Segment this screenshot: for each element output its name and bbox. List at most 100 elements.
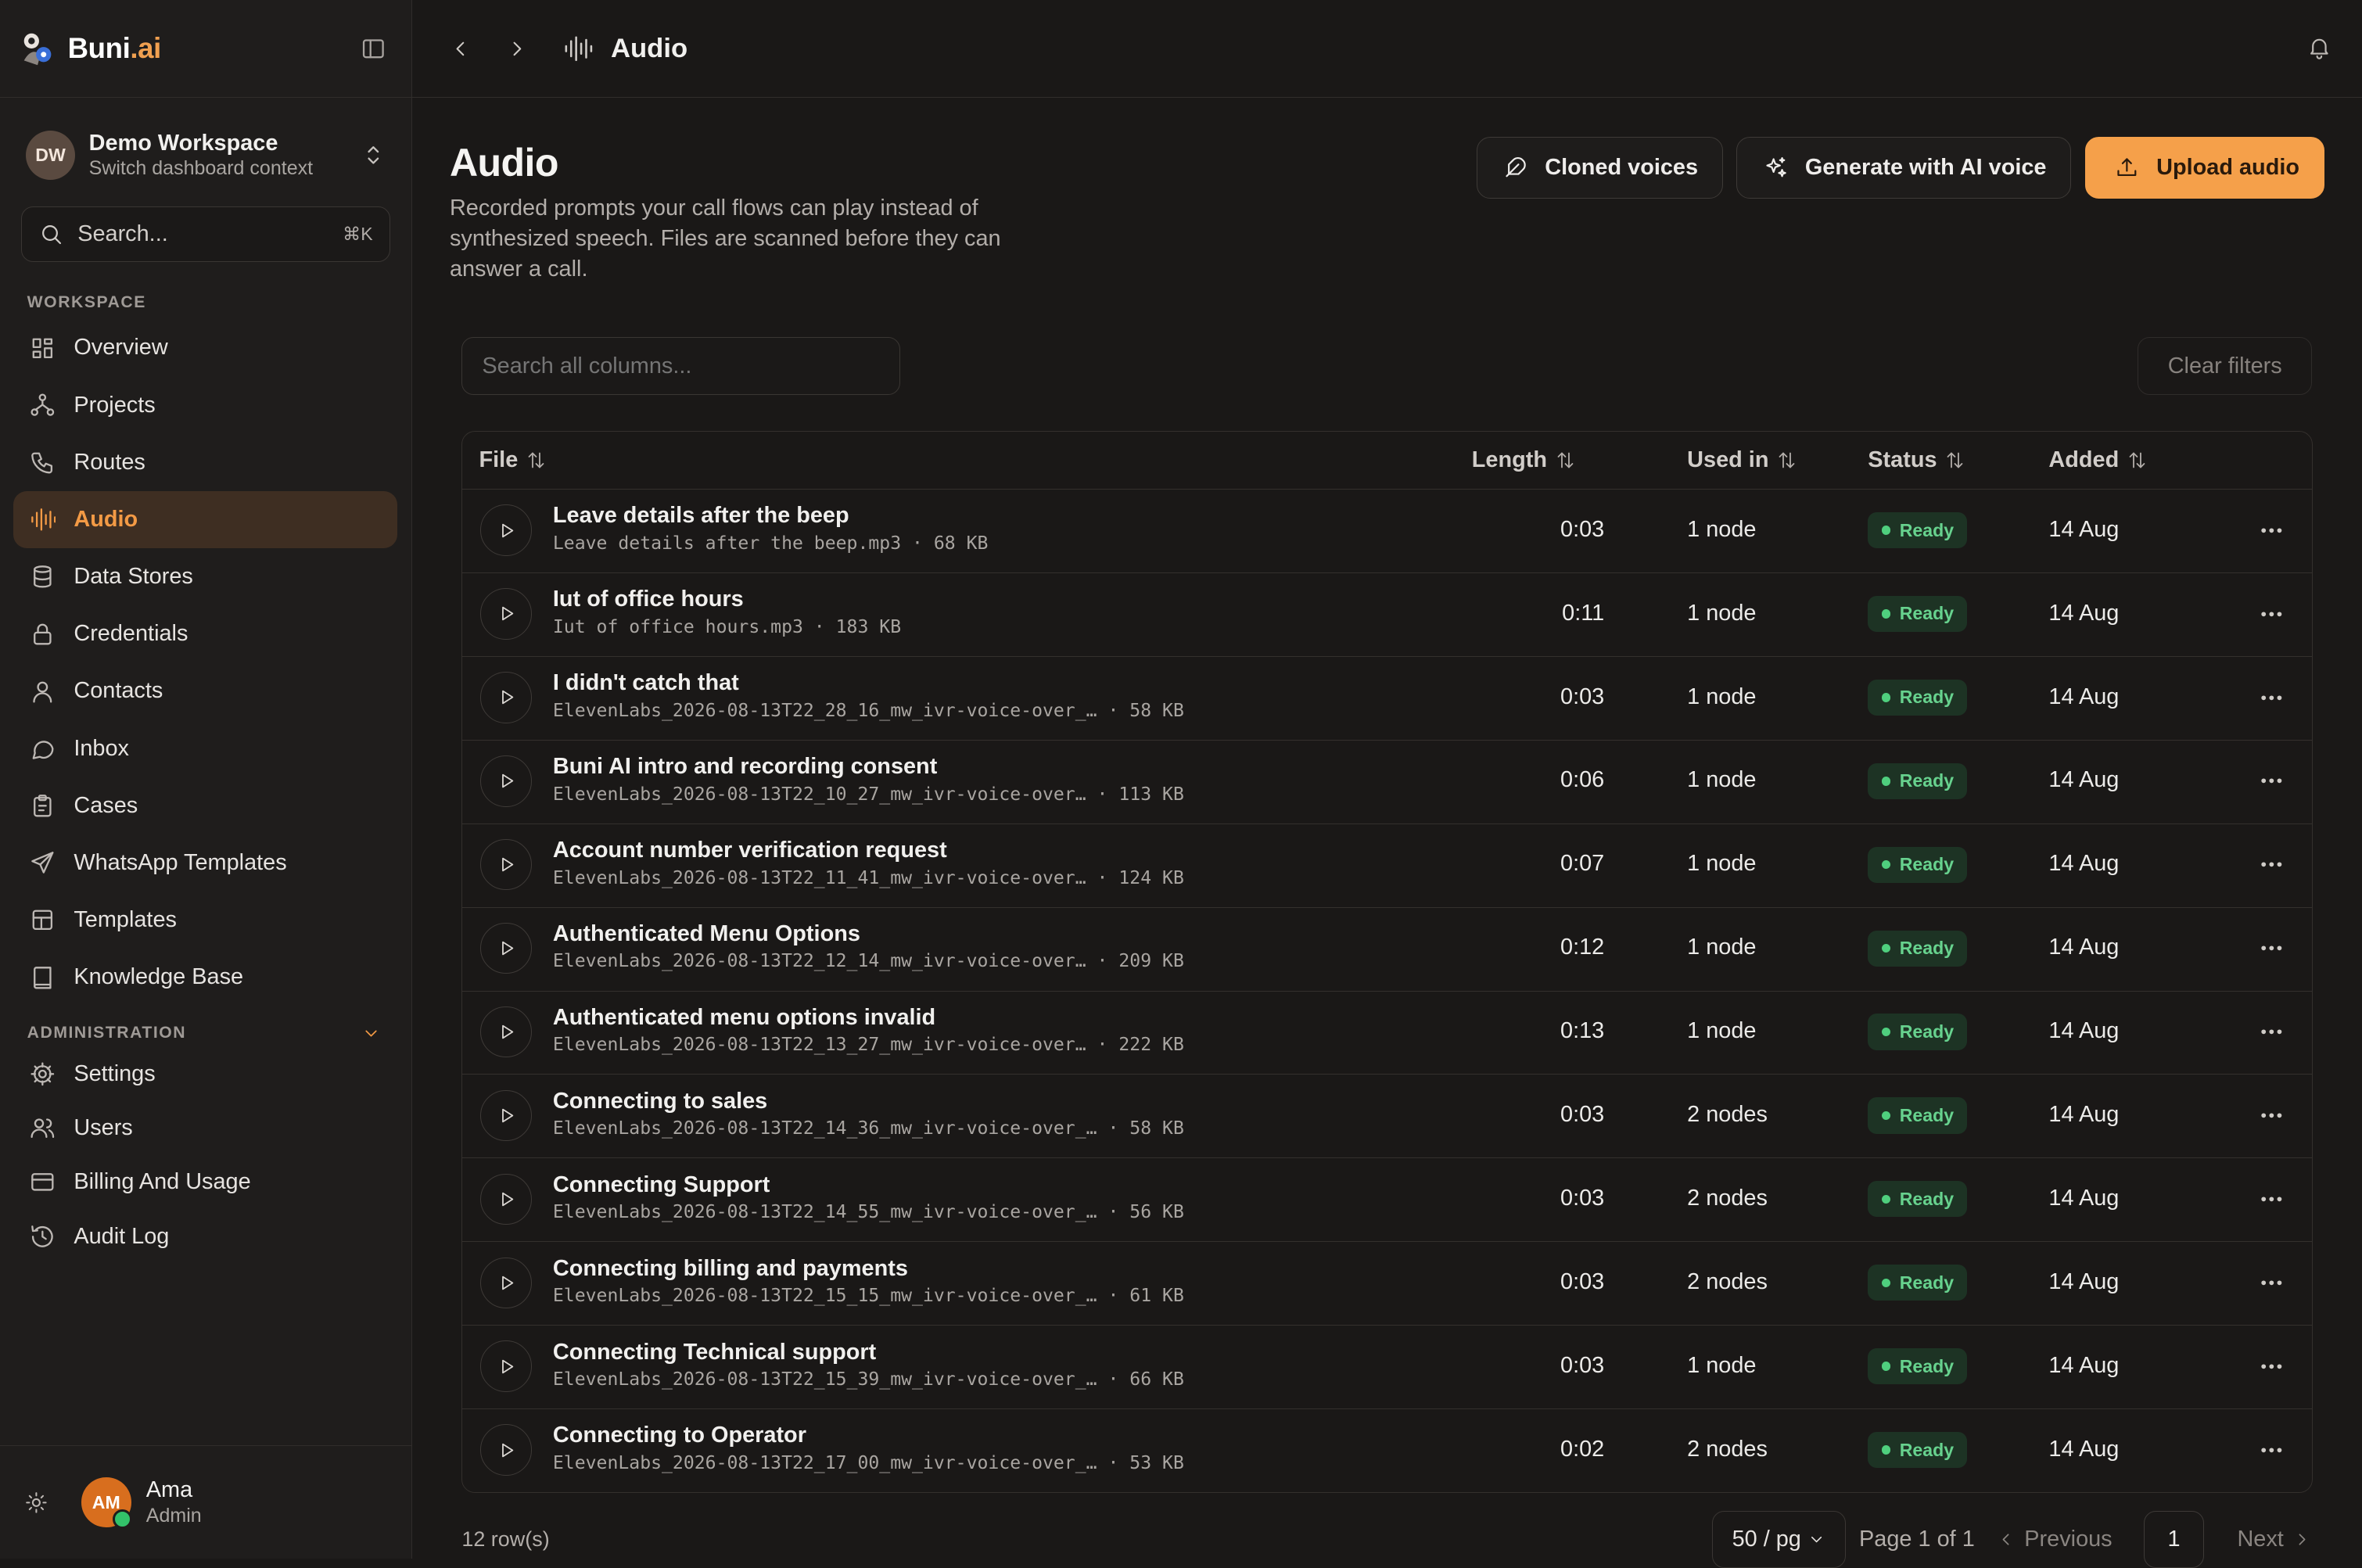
play-icon <box>501 607 513 621</box>
audio-title: Connecting to sales <box>552 1088 768 1114</box>
user-info[interactable]: Ama Admin <box>146 1477 202 1527</box>
sidebar-item-credentials[interactable]: Credentials <box>13 605 397 662</box>
section-label-administration[interactable]: ADMINISTRATION <box>0 1023 411 1044</box>
table-row[interactable]: Connecting Support ElevenLabs_2026-08-13T… <box>462 1158 2313 1243</box>
send-icon <box>31 852 54 874</box>
table-row[interactable]: Connecting Technical support ElevenLabs_2… <box>462 1326 2313 1410</box>
table-row[interactable]: Connecting to Operator ElevenLabs_2026-08… <box>462 1409 2312 1492</box>
sidebar-item-settings[interactable]: Settings <box>13 1046 397 1100</box>
more-options-icon[interactable] <box>2258 601 2285 628</box>
back-arrow-icon[interactable] <box>448 37 472 61</box>
user-avatar[interactable]: AM <box>81 1477 133 1529</box>
column-header-length[interactable]: Length <box>1472 432 1576 489</box>
play-button[interactable] <box>480 838 532 891</box>
brand-header: Buni.ai <box>0 0 411 99</box>
sidebar-item-label: Audit Log <box>74 1223 170 1249</box>
forward-arrow-icon[interactable] <box>505 37 529 61</box>
play-icon <box>501 1192 513 1207</box>
previous-page-button[interactable]: Previous <box>1996 1527 2113 1552</box>
table-row[interactable]: I didn't catch that ElevenLabs_2026-08-13… <box>462 657 2313 741</box>
file-name: ElevenLabs_2026-08-13T22_10_27_mw_ivr-vo… <box>552 784 1086 805</box>
play-button[interactable] <box>480 1424 532 1476</box>
workspace-switcher[interactable]: DW Demo Workspace Switch dashboard conte… <box>0 130 411 181</box>
column-search-input[interactable] <box>461 337 900 395</box>
sidebar-toggle-icon[interactable] <box>360 35 387 63</box>
upload-audio-button[interactable]: Upload audio <box>2084 137 2324 199</box>
play-button[interactable] <box>480 1173 532 1225</box>
more-options-icon[interactable] <box>2258 935 2285 962</box>
table-row[interactable]: Buni AI intro and recording consent Eleve… <box>462 741 2313 824</box>
sun-icon[interactable] <box>24 1491 48 1515</box>
audio-length: 0:03 <box>1560 684 1605 709</box>
generate-ai-voice-button[interactable]: Generate with AI voice <box>1736 137 2072 199</box>
column-header-added[interactable]: Added <box>2048 432 2147 489</box>
file-meta: ElevenLabs_2026-08-13T22_12_14_mw_ivr-vo… <box>552 951 1184 972</box>
file-size: 183 KB <box>835 616 902 637</box>
gear-icon <box>31 1062 54 1086</box>
file-name: ElevenLabs_2026-08-13T22_11_41_mw_ivr-vo… <box>552 867 1086 888</box>
chevron-right-icon <box>2299 1534 2306 1545</box>
file-size: 113 KB <box>1118 784 1184 805</box>
sidebar-item-overview[interactable]: Overview <box>13 319 397 376</box>
column-header-used-in[interactable]: Used in <box>1687 432 1797 489</box>
play-button[interactable] <box>480 588 532 640</box>
table-row[interactable]: Connecting to sales ElevenLabs_2026-08-13… <box>462 1075 2313 1159</box>
table-row[interactable]: Leave details after the beep Leave detail… <box>462 490 2313 573</box>
table-row[interactable]: Iut of office hours Iut of office hours.m… <box>462 573 2313 657</box>
more-options-icon[interactable] <box>2258 1186 2285 1213</box>
play-button[interactable] <box>480 922 532 974</box>
sidebar-item-label: Cases <box>74 792 138 818</box>
column-header-status[interactable]: Status <box>1868 432 1965 489</box>
sidebar-item-routes[interactable]: Routes <box>13 434 397 491</box>
sidebar-item-whatsapp-templates[interactable]: WhatsApp Templates <box>13 834 397 892</box>
sidebar-item-templates[interactable]: Templates <box>13 892 397 949</box>
more-options-icon[interactable] <box>2258 1102 2285 1129</box>
sidebar-item-projects[interactable]: Projects <box>13 376 397 433</box>
play-button[interactable] <box>480 1006 532 1058</box>
brand-name[interactable]: Buni.ai <box>68 32 162 65</box>
user-icon <box>32 681 52 703</box>
page-description: Recorded prompts your call flows can pla… <box>449 195 1001 282</box>
sidebar-item-billing-and-usage[interactable]: Billing And Usage <box>13 1155 397 1209</box>
sidebar-item-cases[interactable]: Cases <box>13 777 397 834</box>
bell-icon[interactable] <box>2306 34 2332 60</box>
more-options-icon[interactable] <box>2258 1353 2285 1380</box>
sidebar-item-audio[interactable]: Audio <box>13 490 398 549</box>
sidebar-search[interactable]: Search... ⌘K <box>20 206 390 263</box>
sidebar-item-users[interactable]: Users <box>13 1101 397 1155</box>
sidebar-item-data-stores[interactable]: Data Stores <box>13 548 397 605</box>
more-options-icon[interactable] <box>2258 767 2285 795</box>
audio-length: 0:03 <box>1560 1268 1605 1294</box>
sidebar-item-knowledge-base[interactable]: Knowledge Base <box>13 949 397 1006</box>
table-row[interactable]: Authenticated menu options invalid Eleven… <box>462 992 2313 1075</box>
play-button[interactable] <box>480 1257 532 1309</box>
sidebar-item-contacts[interactable]: Contacts <box>13 662 397 719</box>
next-page-button[interactable]: Next <box>2237 1527 2312 1552</box>
sidebar-item-inbox[interactable]: Inbox <box>13 720 397 777</box>
cloned-voices-button[interactable]: Cloned voices <box>1476 137 1723 199</box>
play-button[interactable] <box>480 672 532 723</box>
more-options-icon[interactable] <box>2258 1437 2285 1464</box>
more-options-icon[interactable] <box>2258 517 2285 544</box>
more-options-icon[interactable] <box>2258 1018 2285 1046</box>
file-meta: ElevenLabs_2026-08-13T22_10_27_mw_ivr-vo… <box>552 784 1184 805</box>
play-button[interactable] <box>480 504 532 556</box>
table-row[interactable]: Authenticated Menu Options ElevenLabs_202… <box>462 908 2313 992</box>
used-in: 1 node <box>1687 851 1757 877</box>
play-icon <box>501 1108 513 1123</box>
sidebar-item-audit-log[interactable]: Audit Log <box>13 1209 397 1263</box>
added-date: 14 Aug <box>2048 516 2120 542</box>
column-header-file[interactable]: File <box>479 432 547 489</box>
play-button[interactable] <box>480 1089 532 1142</box>
more-options-icon[interactable] <box>2258 1269 2285 1297</box>
more-options-icon[interactable] <box>2258 851 2285 878</box>
table-row[interactable]: Connecting billing and payments ElevenLab… <box>462 1242 2313 1326</box>
play-button[interactable] <box>480 1340 532 1392</box>
chevron-updown-icon <box>360 142 387 169</box>
table-row[interactable]: Account number verification request Eleve… <box>462 824 2313 908</box>
file-name: ElevenLabs_2026-08-13T22_14_55_mw_ivr-vo… <box>552 1202 1097 1223</box>
more-options-icon[interactable] <box>2258 684 2285 712</box>
upload-icon <box>2117 158 2137 177</box>
clear-filters-button[interactable]: Clear filters <box>2138 337 2313 395</box>
play-button[interactable] <box>480 755 532 807</box>
